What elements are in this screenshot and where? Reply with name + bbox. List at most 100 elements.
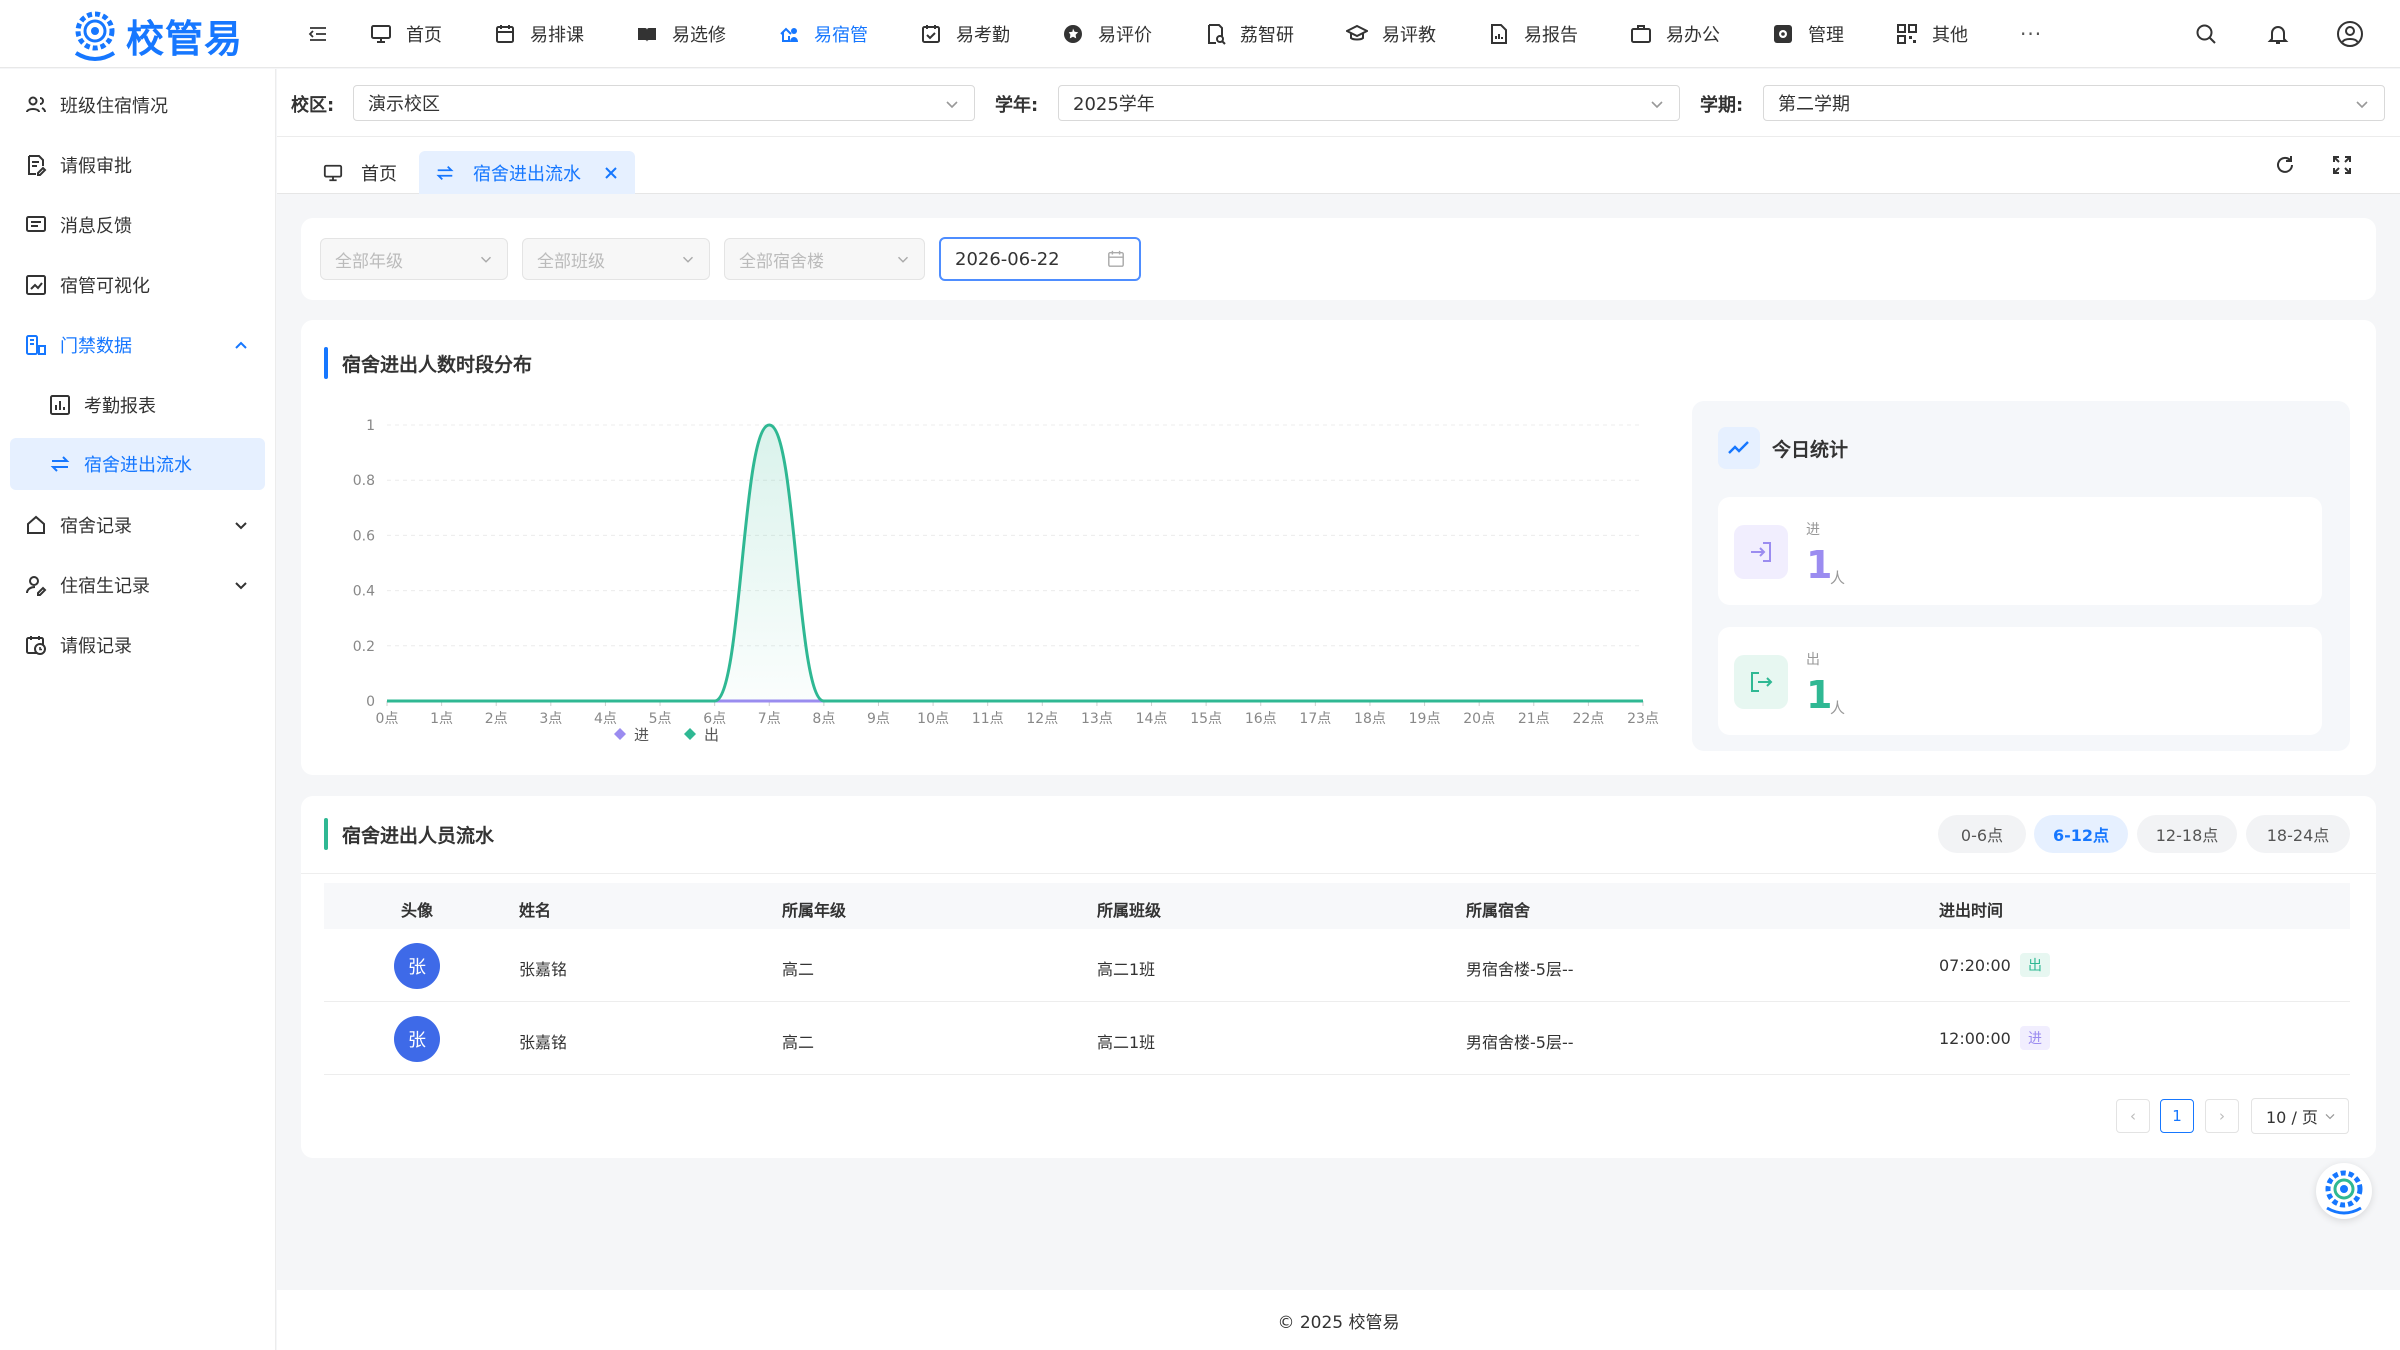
legend-label-出: 出 (704, 726, 719, 744)
segment-6-12[interactable]: 6-12点 (2034, 815, 2128, 853)
chevron-down-icon (942, 94, 962, 114)
nav-item-dorm[interactable]: 易宿管 (778, 0, 868, 68)
sidebar-item-dorm-records[interactable]: 宿舍记录 (10, 499, 265, 551)
calendar-clock-icon (24, 633, 48, 657)
nav-item-electives[interactable]: 易选修 (636, 0, 726, 68)
nav-item-scheduling[interactable]: 易排课 (494, 0, 584, 68)
legend-label-进: 进 (634, 726, 649, 744)
x-tick-label: 11点 (972, 711, 1004, 727)
sidebar-item-class-lodging[interactable]: 班级住宿情况 (10, 79, 265, 131)
col-grade: 所属年级 (782, 901, 847, 920)
top-bar: 校管易 首页 易排课 易选修 易宿管 易考勤 易评价 荔智研 易评教 易报告 易… (0, 0, 2400, 68)
nav-item-home[interactable]: 首页 (370, 0, 442, 68)
sidebar-item-access-data[interactable]: 门禁数据 (10, 319, 265, 371)
nav-item-admin[interactable]: 管理 (1772, 0, 1844, 68)
y-tick-label: 0.4 (353, 584, 375, 600)
page-1-button[interactable]: 1 (2160, 1099, 2194, 1133)
x-tick-label: 10点 (917, 711, 949, 727)
trend-icon (1718, 427, 1760, 469)
table-row[interactable]: 张 张嘉铭 高二 高二1班 男宿舍楼-5层-- 07:20:00 出 (324, 929, 2350, 1002)
stat-out-value: 1 (1806, 673, 1833, 717)
briefcase-icon (1630, 23, 1652, 45)
refresh-icon[interactable] (2273, 153, 2297, 177)
x-tick-label: 12点 (1026, 711, 1058, 727)
nav-item-office[interactable]: 易办公 (1630, 0, 1720, 68)
search-icon[interactable] (2192, 20, 2220, 48)
campus-label: 校区: (291, 95, 335, 116)
chevron-up-icon (231, 335, 251, 355)
x-tick-label: 13点 (1081, 711, 1113, 727)
x-tick-label: 15点 (1190, 711, 1222, 727)
graduation-cap-icon (1346, 23, 1368, 45)
sidebar-item-dorm-flow[interactable]: 宿舍进出流水 (10, 438, 265, 490)
today-stats-panel: 今日统计 进 1 人 出 1 人 (1692, 401, 2350, 751)
nav-item-research[interactable]: 荔智研 (1204, 0, 1294, 68)
table-header: 头像 姓名 所属年级 所属班级 所属宿舍 进出时间 (324, 883, 2350, 929)
x-tick-label: 0点 (376, 711, 399, 727)
floating-assistant-logo[interactable] (2316, 1163, 2372, 1219)
divider (301, 873, 2376, 874)
next-page-button[interactable]: › (2205, 1099, 2239, 1133)
logo-text: 校管易 (126, 16, 244, 61)
gear-logo-icon (74, 11, 116, 61)
campus-select[interactable]: 演示校区 (353, 85, 975, 121)
building-select[interactable]: 全部宿舍楼 (724, 238, 925, 280)
fullscreen-icon[interactable] (2330, 153, 2354, 177)
menu-collapse-icon[interactable] (306, 22, 330, 46)
nav-item-other[interactable]: 其他 (1896, 0, 1968, 68)
cell-time: 12:00:00 (1939, 1029, 2011, 1048)
cell-class: 高二1班 (1097, 960, 1156, 979)
bell-icon[interactable] (2264, 20, 2292, 48)
nav-more-button[interactable]: ··· (2020, 0, 2042, 68)
tab-dorm-flow[interactable]: 宿舍进出流水 (419, 151, 635, 194)
chevron-down-icon (2322, 1108, 2338, 1128)
main-nav: 首页 易排课 易选修 易宿管 易考勤 易评价 荔智研 易评教 易报告 易办公 管… (370, 0, 2094, 68)
chevron-down-icon (894, 250, 912, 268)
nav-item-teaching-eval[interactable]: 易评教 (1346, 0, 1436, 68)
table-row[interactable]: 张 张嘉铭 高二 高二1班 男宿舍楼-5层-- 12:00:00 进 (324, 1002, 2350, 1075)
segment-18-24[interactable]: 18-24点 (2246, 815, 2350, 853)
page-size-select[interactable]: 10 / 页 (2251, 1098, 2349, 1134)
col-avatar: 头像 (401, 901, 434, 920)
sidebar-item-resident-records[interactable]: 住宿生记录 (10, 559, 265, 611)
year-select[interactable]: 2025学年 (1058, 85, 1680, 121)
date-picker[interactable]: 2026-06-22 (939, 237, 1141, 281)
prev-page-button[interactable]: ‹ (2116, 1099, 2150, 1133)
x-tick-label: 18点 (1354, 711, 1386, 727)
chart-section-title: 宿舍进出人数时段分布 (324, 347, 532, 379)
sidebar-item-feedback[interactable]: 消息反馈 (10, 199, 265, 251)
tab-home[interactable]: 首页 (307, 151, 413, 194)
dorm-icon (778, 23, 800, 45)
query-card: 全部年级 全部班级 全部宿舍楼 2026-06-22 (301, 218, 2376, 300)
calendar-icon (494, 23, 516, 45)
app-logo[interactable]: 校管易 (70, 6, 243, 64)
user-avatar-icon[interactable] (2336, 20, 2364, 48)
term-select[interactable]: 第二学期 (1763, 85, 2385, 121)
x-tick-label: 9点 (867, 711, 890, 727)
sidebar-item-leave-records[interactable]: 请假记录 (10, 619, 265, 671)
sidebar-item-attendance-report[interactable]: 考勤报表 (10, 379, 265, 431)
cell-grade: 高二 (782, 1033, 815, 1052)
class-select[interactable]: 全部班级 (522, 238, 710, 280)
settings-icon (1772, 23, 1794, 45)
sidebar-item-leave-approval[interactable]: 请假审批 (10, 139, 265, 191)
cell-dorm: 男宿舍楼-5层-- (1466, 960, 1574, 979)
close-tab-icon[interactable] (603, 165, 619, 181)
sidebar-item-visualization[interactable]: 宿管可视化 (10, 259, 265, 311)
nav-item-attendance[interactable]: 易考勤 (920, 0, 1010, 68)
title-accent-bar (324, 818, 328, 850)
page-tabs-bar: 首页 宿舍进出流水 (277, 137, 2400, 194)
nav-item-report[interactable]: 易报告 (1488, 0, 1578, 68)
report-icon (1488, 23, 1510, 45)
apps-icon (1896, 23, 1918, 45)
segment-0-6[interactable]: 0-6点 (1938, 815, 2026, 853)
grade-select[interactable]: 全部年级 (320, 238, 508, 280)
chevron-down-icon (231, 515, 251, 535)
nav-item-evaluation[interactable]: 易评价 (1062, 0, 1152, 68)
stat-out-label: 出 (1806, 652, 1820, 668)
x-tick-label: 6点 (703, 711, 726, 727)
message-icon (24, 213, 48, 237)
stat-card-out: 出 1 人 (1718, 627, 2322, 735)
cell-dorm: 男宿舍楼-5层-- (1466, 1033, 1574, 1052)
segment-12-18[interactable]: 12-18点 (2137, 815, 2237, 853)
